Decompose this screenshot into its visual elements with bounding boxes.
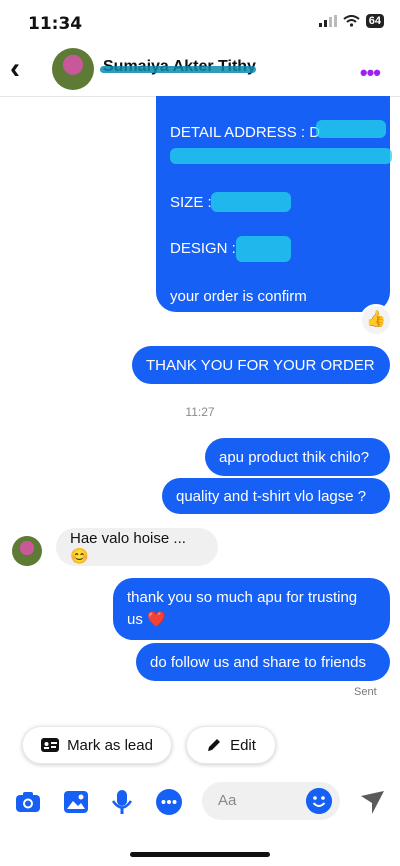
status-bar: 11:34 64: [0, 0, 400, 44]
battery-level: 64: [365, 14, 384, 28]
sent-status: Sent: [354, 686, 377, 698]
message-bubble-out[interactable]: do follow us and share to friends: [136, 643, 390, 681]
message-text: apu product thik chilo?: [219, 448, 370, 466]
more-options-icon[interactable]: [155, 788, 183, 816]
order-confirm-line: your order is confirm: [170, 288, 307, 305]
detail-address-line: DETAIL ADDRESS : D: [170, 124, 321, 141]
id-card-icon: [41, 738, 60, 752]
message-bubble-out[interactable]: quality and t-shirt vlo lagse ?: [162, 478, 390, 514]
mark-as-lead-button[interactable]: Mark as lead: [22, 726, 172, 764]
signal-icon: [318, 15, 337, 27]
message-input-wrapper: [202, 782, 340, 820]
status-time: 11:34: [28, 14, 83, 34]
message-text: THANK YOU FOR YOUR ORDER: [146, 356, 375, 374]
design-line: DESIGN :: [170, 240, 236, 257]
message-bubble-out[interactable]: apu product thik chilo?: [205, 438, 390, 476]
status-icons: 64: [318, 14, 384, 28]
home-indicator: [130, 852, 270, 857]
order-message-bubble[interactable]: DETAIL ADDRESS : D SIZE : DESIGN : your …: [156, 96, 392, 312]
contact-avatar-small[interactable]: [12, 536, 42, 566]
message-bubble-out[interactable]: thank you so much apu for trusting us ❤️: [113, 578, 390, 640]
edit-label: Edit: [230, 736, 256, 754]
redaction-scribble: [236, 236, 291, 262]
gallery-icon[interactable]: [62, 788, 90, 816]
contact-avatar[interactable]: [52, 48, 94, 90]
edit-button[interactable]: Edit: [186, 726, 276, 764]
chat-header: ‹ Sumaiya Akter Tithy •••: [0, 44, 400, 97]
chevron-left-icon[interactable]: ‹: [10, 54, 20, 84]
message-bubble-in[interactable]: Hae valo hoise ...😊: [56, 528, 218, 566]
thumbs-up-reaction[interactable]: 👍: [360, 304, 392, 336]
message-text: Hae valo hoise ...😊: [70, 529, 186, 565]
size-line: SIZE :: [170, 194, 212, 211]
composer-bar: [0, 782, 400, 822]
wifi-icon: [343, 15, 360, 27]
mark-as-lead-label: Mark as lead: [67, 736, 153, 754]
message-input[interactable]: [216, 791, 310, 810]
redaction-scribble: [211, 192, 291, 212]
message-text: quality and t-shirt vlo lagse ?: [176, 487, 367, 505]
emoji-icon[interactable]: [306, 788, 332, 814]
message-timestamp: 11:27: [185, 405, 215, 419]
send-icon[interactable]: [358, 788, 386, 816]
message-text: thank you so much apu for trusting us ❤️: [127, 589, 358, 628]
message-text: do follow us and share to friends: [150, 653, 366, 671]
redaction-scribble: [100, 66, 256, 73]
redaction-scribble: [170, 148, 392, 164]
more-dots-icon[interactable]: •••: [360, 60, 381, 86]
redaction-scribble: [316, 120, 386, 138]
pencil-icon: [208, 739, 221, 751]
camera-icon[interactable]: [14, 788, 42, 816]
microphone-icon[interactable]: [108, 788, 136, 816]
message-bubble-out[interactable]: THANK YOU FOR YOUR ORDER: [132, 346, 390, 384]
